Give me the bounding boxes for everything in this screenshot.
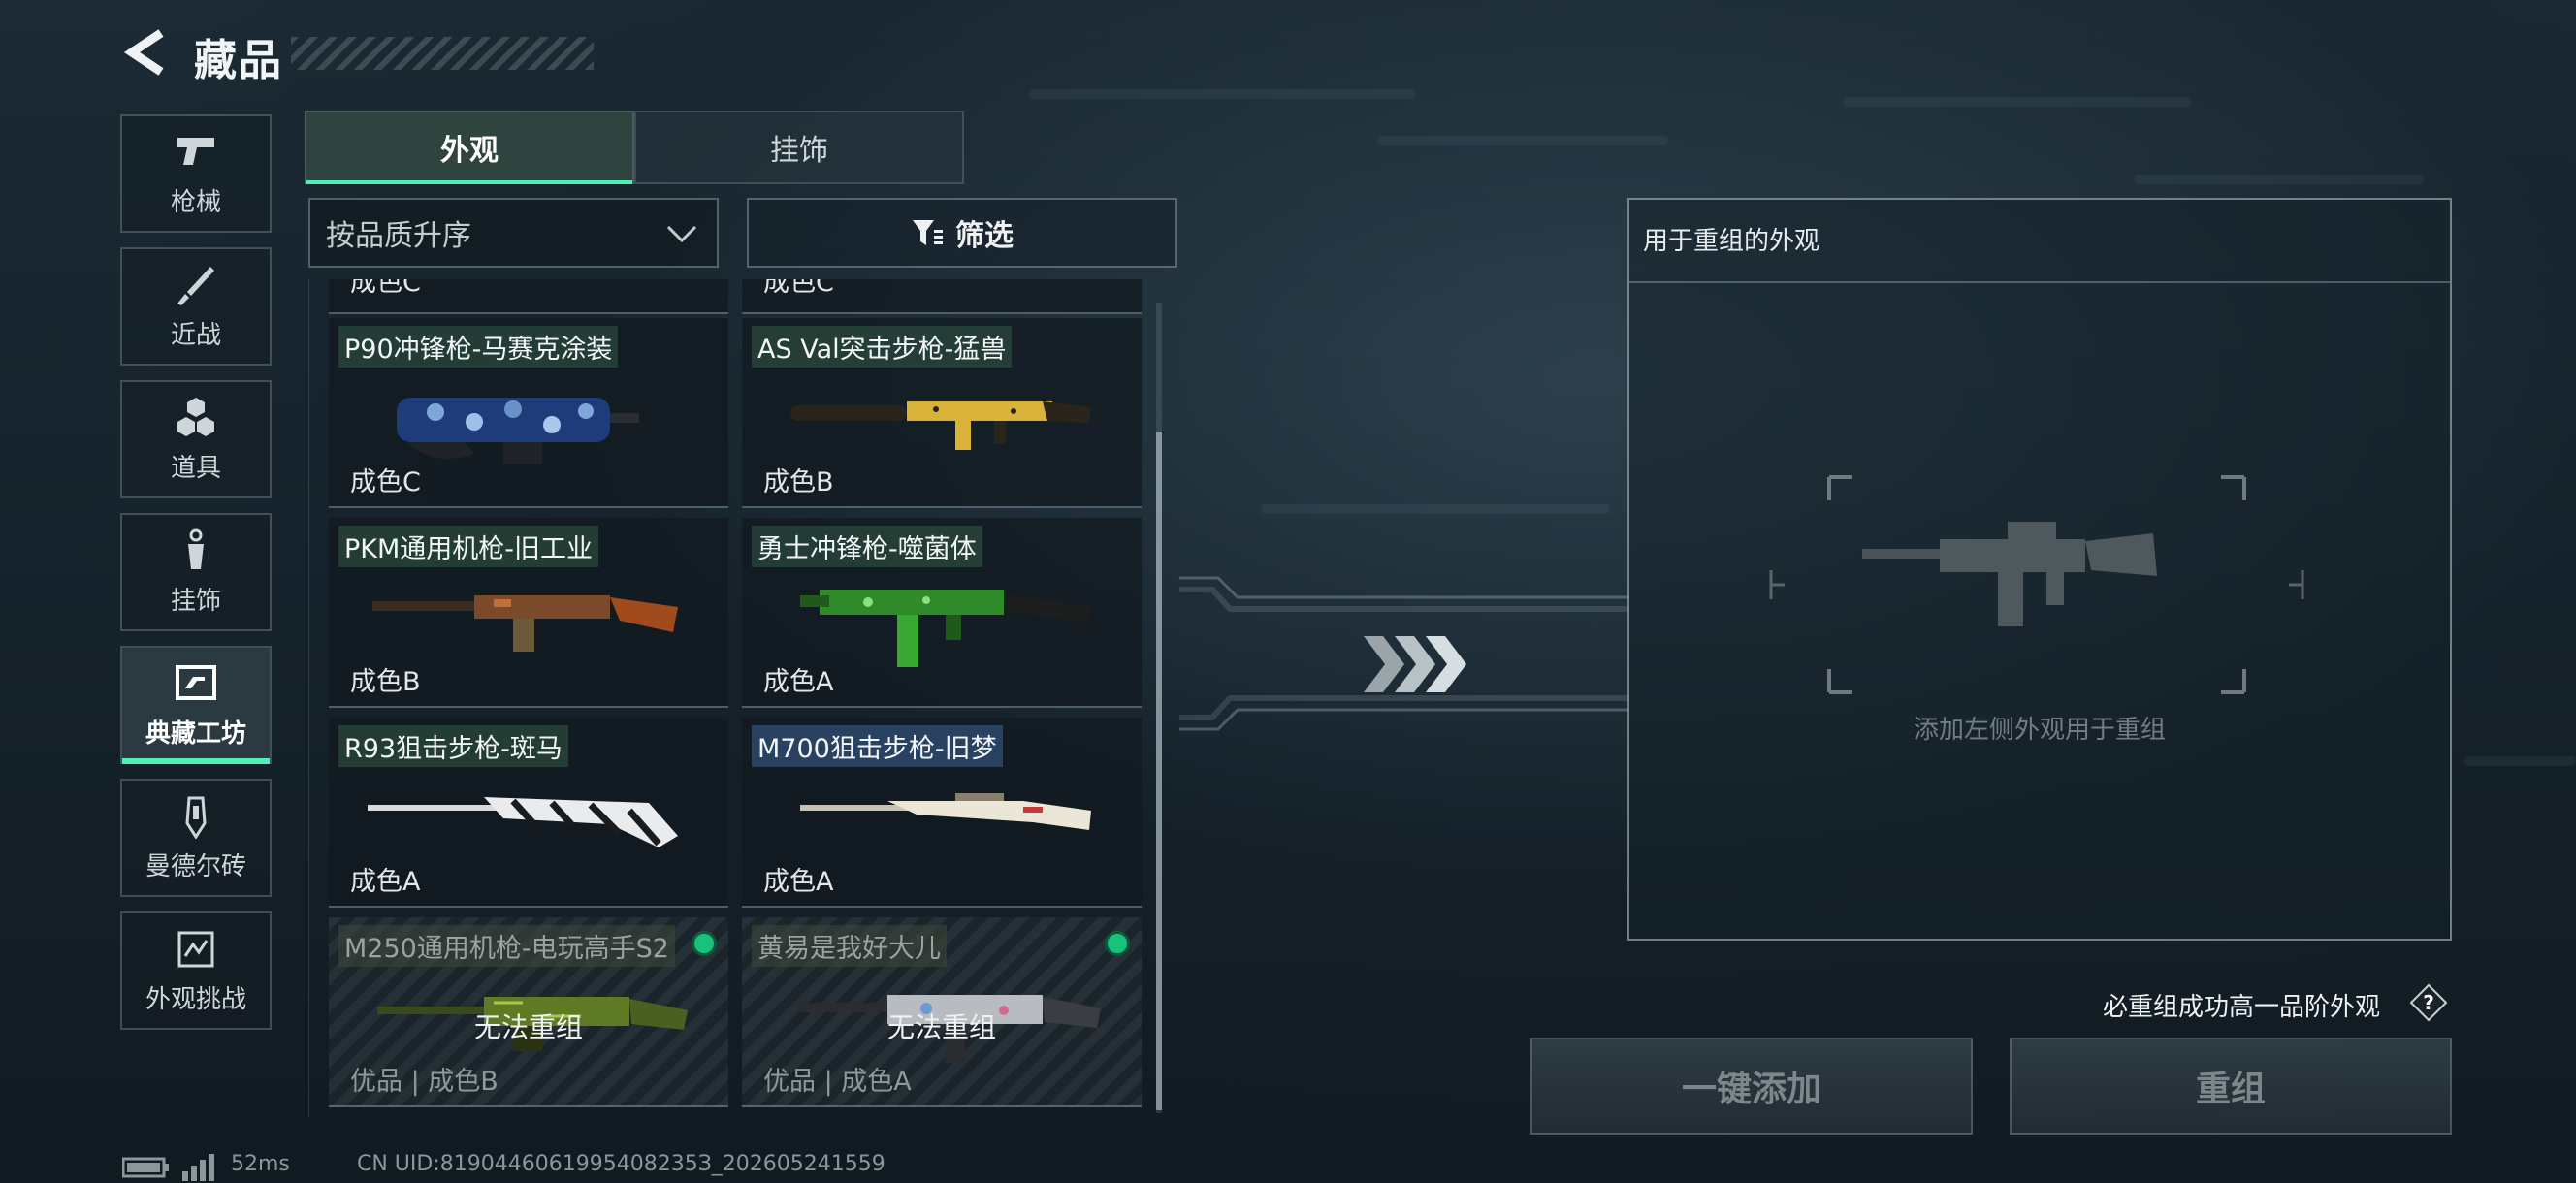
skin-name: P90冲锋枪-马赛克涂装 [338,326,619,368]
workshop-icon [176,664,216,700]
recombine-hint: 必重组成功高一品阶外观 [2103,993,2381,1022]
sidebar-item-mandel-brick[interactable]: 曼德尔砖 [120,779,272,897]
player-uid: CN UID:8190446061995408235З_202605241559 [357,1152,886,1176]
cannot-recombine-label: 无法重组 [886,1011,996,1043]
panel-title: 用于重组的外观 [1643,227,1820,256]
asval-skin-image [790,401,1091,450]
skin-grade: 成色B [763,467,834,497]
skin-name: 黄易是我好大儿 [752,925,947,967]
sidebar-item-items[interactable]: 道具 [120,380,272,498]
sidebar-item-label: 近战 [170,320,221,350]
skin-card[interactable]: 勇士冲锋枪-噬菌体 成色A [742,518,1142,708]
m700-skin-image [800,793,1091,830]
empty-slot-rifle-icon [1769,475,2304,694]
knife-icon [177,266,214,305]
skin-name: R93狙击步枪-斑马 [338,725,568,767]
pistol-icon [177,137,214,165]
skin-grade: 优品 | 成色B [350,1067,499,1097]
sidebar-item-label: 挂饰 [170,586,221,616]
filter-button[interactable]: 筛选 [747,198,1177,268]
charm-icon [188,528,204,569]
skin-card[interactable]: R93狙击步枪-斑马 成色A [329,718,728,908]
grid-scrollbar-thumb[interactable] [1156,432,1162,1110]
chevron-right-icon [1364,636,1466,692]
sort-dropdown[interactable]: 按品质升序 [308,198,719,268]
skin-name: PKM通用机枪-旧工业 [338,526,599,567]
sidebar-item-label: 道具 [170,453,221,483]
brick-icon [185,796,207,839]
skin-card-locked[interactable]: 黄易是我好大儿 无法重组 优品 | 成色A [742,917,1142,1107]
recombine-button[interactable]: 重组 [2010,1038,2452,1135]
chevron-down-icon [666,225,697,243]
skin-card-partial[interactable]: 成色C [742,279,1142,314]
skin-card[interactable]: M700狙击步枪-旧梦 成色A [742,718,1142,908]
skin-name: AS Val突击步枪-猛兽 [752,326,1013,368]
skin-grade: 成色C [350,467,421,497]
challenge-icon [177,931,214,967]
empty-panel-hint: 添加左侧外观用于重组 [1913,716,2166,745]
skin-grade: 优品 | 成色A [763,1067,912,1097]
skin-grid: 成色C 成色C P90冲锋枪-马赛克涂装 成色C AS Val突击步枪-猛兽 成… [308,279,1177,1117]
skin-card[interactable]: AS Val突击步枪-猛兽 成色B [742,318,1142,508]
skin-card-partial[interactable]: 成色C [329,279,728,314]
skin-grade: 成色A [763,667,834,697]
sort-value: 按品质升序 [326,219,471,253]
title-decoration [291,37,594,70]
sidebar-item-workshop[interactable]: 典藏工坊 [120,646,272,764]
skin-grade: 成色A [350,867,421,897]
battery-icon [122,1157,169,1178]
page-title: 藏品 [194,36,283,85]
skin-grade: 成色C [350,279,421,298]
skin-grade: 成色C [763,279,834,298]
filter-icon [913,220,943,245]
signal-icon [182,1154,214,1181]
panel-divider [1629,281,2450,283]
sidebar-item-label: 典藏工坊 [145,719,246,749]
recombine-label: 重组 [2195,1070,2266,1109]
smg-skin-image [800,590,1091,667]
skin-card-locked[interactable]: M250通用机枪-电玩高手S2 无法重组 优品 | 成色B [329,917,728,1107]
svg-text:?: ? [2423,991,2434,1014]
grenade-icon [177,397,214,436]
filter-label: 筛选 [955,219,1014,253]
sidebar-item-skin-challenge[interactable]: 外观挑战 [120,911,272,1030]
sidebar-item-label: 曼德尔砖 [145,851,246,881]
p90-skin-image [397,398,639,464]
help-icon[interactable]: ? [2409,983,2448,1022]
skin-grade: 成色B [350,667,421,697]
add-all-button[interactable]: 一键添加 [1530,1038,1973,1135]
cannot-recombine-label: 无法重组 [473,1011,583,1043]
add-all-label: 一键添加 [1681,1070,1821,1109]
sidebar-item-firearms[interactable]: 枪械 [120,114,272,233]
sidebar-item-charms[interactable]: 挂饰 [120,513,272,631]
tab-appearance[interactable]: 外观 [305,111,634,184]
r93-skin-image [368,797,678,847]
skin-card[interactable]: PKM通用机枪-旧工业 成色B [329,518,728,708]
ping-value: 52ms [231,1152,290,1176]
skin-name: M700狙击步枪-旧梦 [752,725,1003,767]
skin-name: 勇士冲锋枪-噬菌体 [752,526,982,567]
skin-name: M250通用机枪-电玩高手S2 [338,925,675,967]
skin-card[interactable]: P90冲锋枪-马赛克涂装 成色C [329,318,728,508]
sidebar-item-melee[interactable]: 近战 [120,247,272,366]
sidebar-item-label: 枪械 [170,187,221,217]
sidebar-item-label: 外观挑战 [145,984,246,1014]
owned-indicator-icon [1105,931,1130,956]
tab-charms[interactable]: 挂饰 [634,111,964,184]
pkm-skin-image [372,595,678,652]
owned-indicator-icon [692,931,717,956]
back-arrow-icon[interactable] [122,27,169,78]
skin-grade: 成色A [763,867,834,897]
